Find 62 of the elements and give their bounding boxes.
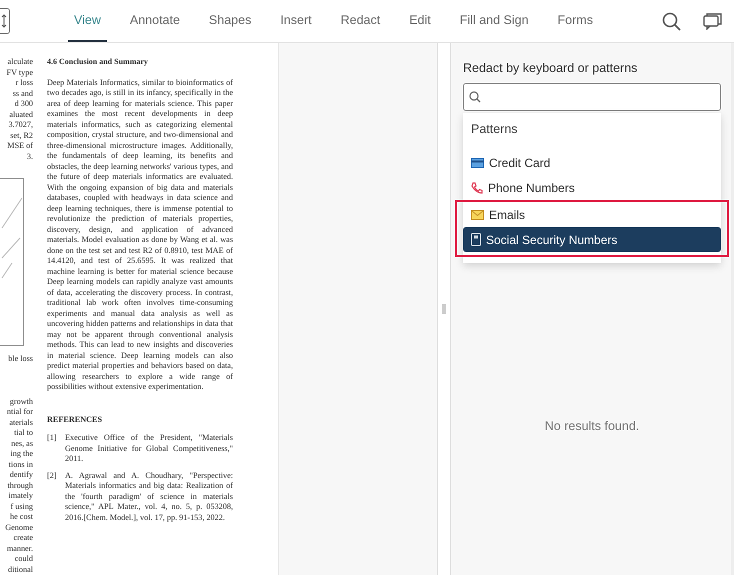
toolbar-tab[interactable]: Forms [552,0,599,42]
cut-text-line: ntial for [6,407,33,418]
panel-title: Redact by keyboard or patterns [463,61,638,75]
reference-text: A. Agrawal and A. Choudhary, "Perspective: Materials informatics and big data: Realization of the 'fourth paradigm' of science in materials science," APL Mater., vol. 4, no. 5, p. 053208, 2016.[Chem. Model.], vol. 17, pp. 91-153, 2022. [65,470,233,523]
toolbar-tab[interactable]: Edit [403,0,437,42]
pattern-option[interactable]: Social Security Numbers [463,227,721,252]
section-heading: 4.6 Conclusion and Summary [47,57,149,68]
cut-text-line: growth [10,396,33,407]
dropdown-heading: Patterns [470,121,519,138]
search-icon [469,91,481,103]
cut-text-line: aluated [9,110,33,120]
figure-caption: ble loss [8,354,33,364]
id-card-icon [471,233,481,246]
body-paragraph: Deep Materials Informatics, similar to bioinformatics of two decades ago, is still in its infancy, specifically in the area of deep learning for materials science. This paper examines the most recent developments in deep materials informatics, such as categorizing elemental composition, crystal structure, and two-dimensional and three-dimensional microstructure images. Additionally, the fundamentals of deep learning, its benefits and obstacles, the deep learning networks' various types, and the future of deep materials informatics are evaluated. With the ongoing expansion of big data and materials databases, coupled with headways in data science and deep learning techniques, there is immense potential to revolutionize the prediction of materials properties, discovery, design, and application of advanced materials. Model evaluation as done by Wang et al. was done on the test set and test R2 of 0.8910, test MAE of 14.4120, and test of 25.6595. It was realized that machine learning is better for material science because Deep learning models can rapidly analyze vast amounts of data, accelerating the discovery process. In contrast, traditional lab work often involves time-consuming experiments and manual data analysis as well as uncovering hidden patterns and relationships in data that may not be apparent through conventional analysis methods. This can lead to new insights and discoveries in material science. Deep learning models can also predict material properties and behaviors based on data, allowing researchers to explore a wide range of possibilities without extensive experimentation. [47,78,233,392]
cut-text-line: tial to [14,428,33,438]
search-icon [662,12,681,30]
cut-text-line: imately [8,491,33,502]
cut-text-line: FV type [6,68,33,78]
cut-text-line: dentify [10,470,33,480]
cut-text-line: nes, as [11,438,33,449]
reference-number: [2] [47,470,58,482]
cut-text-line: through [8,480,33,491]
empty-message: No results found. [544,419,640,433]
grip-icon [442,304,446,314]
cut-text-line: alculate [8,57,33,68]
pattern-option[interactable]: Emails [463,202,721,227]
envelope-icon [471,210,484,220]
references-heading: REFERENCES [47,414,104,425]
cut-text-line: tions in [8,460,33,470]
toolbar-tab[interactable]: Redact [334,0,386,42]
search-field[interactable] [463,83,721,111]
pattern-option[interactable]: Credit Card [463,150,721,175]
cut-text-line: set, R2 [10,130,33,141]
cut-text-line: r loss [15,78,33,88]
cut-text-line: 3. [26,152,33,162]
cut-text-line: 3.7027, [8,120,33,130]
fit-page-button[interactable] [0,8,10,34]
pattern-option[interactable]: Phone Numbers [463,175,721,200]
search-button[interactable] [662,12,681,30]
toolbar-tab[interactable]: Insert [274,0,318,42]
cut-text-line: aterials [9,418,33,428]
toolbar-tab[interactable]: Fill and Sign [454,0,535,42]
cut-text-line: f using [10,502,33,512]
comments-button[interactable] [703,12,722,30]
cut-text-line: he cost [10,512,33,522]
panel-icon [703,12,722,30]
cut-text-line: ing the [10,449,33,460]
reference-number: [1] [47,433,58,444]
toolbar-tab[interactable]: Shapes [202,0,258,42]
cut-text-line: ss and [12,88,33,99]
cut-text-line: MSE of [7,141,33,152]
cut-text-line: d 300 [14,99,33,110]
cut-text-line: could [14,554,33,564]
phone-icon [471,182,483,194]
reference-text: Executive Office of the President, "Materials Genome Initiative for Global Competitiveness," 2011. [65,433,233,464]
credit-card-icon [471,158,484,168]
cut-text-line: ditional [8,564,33,575]
cut-text-line: manner. [6,544,33,554]
cut-text-line: Genome [5,522,33,533]
toolbar-tab[interactable]: Annotate [124,0,186,42]
fit-page-icon [0,14,6,28]
cut-text-line: create [13,533,33,544]
